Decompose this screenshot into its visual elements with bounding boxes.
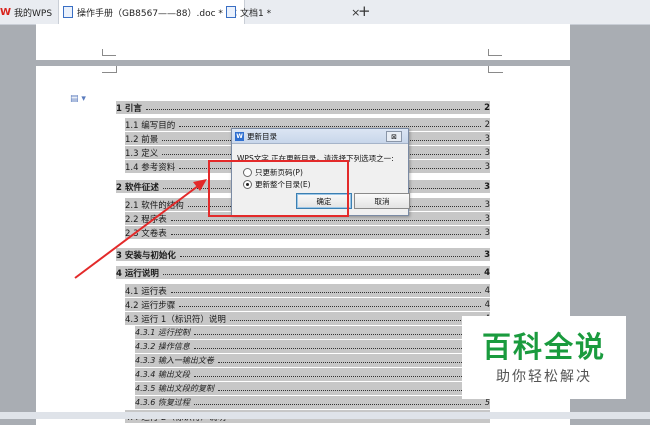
- watermark-title: 百科全说: [481, 329, 606, 364]
- wps-app-icon: W: [235, 131, 244, 141]
- dialog-close-button[interactable]: ⊠: [386, 131, 402, 142]
- annotation-arrow-line: [74, 182, 203, 279]
- dialog-title-bar[interactable]: W 更新目录: [232, 129, 408, 144]
- watermark-logo: 百科全说 助你轻松解决: [462, 316, 626, 399]
- dialog-title: 更新目录: [247, 131, 277, 141]
- annotation-highlight-box: [208, 160, 349, 217]
- watermark-subtitle: 助你轻松解决: [496, 368, 592, 385]
- status-bar: [0, 412, 650, 419]
- cancel-button[interactable]: 取消: [354, 193, 410, 209]
